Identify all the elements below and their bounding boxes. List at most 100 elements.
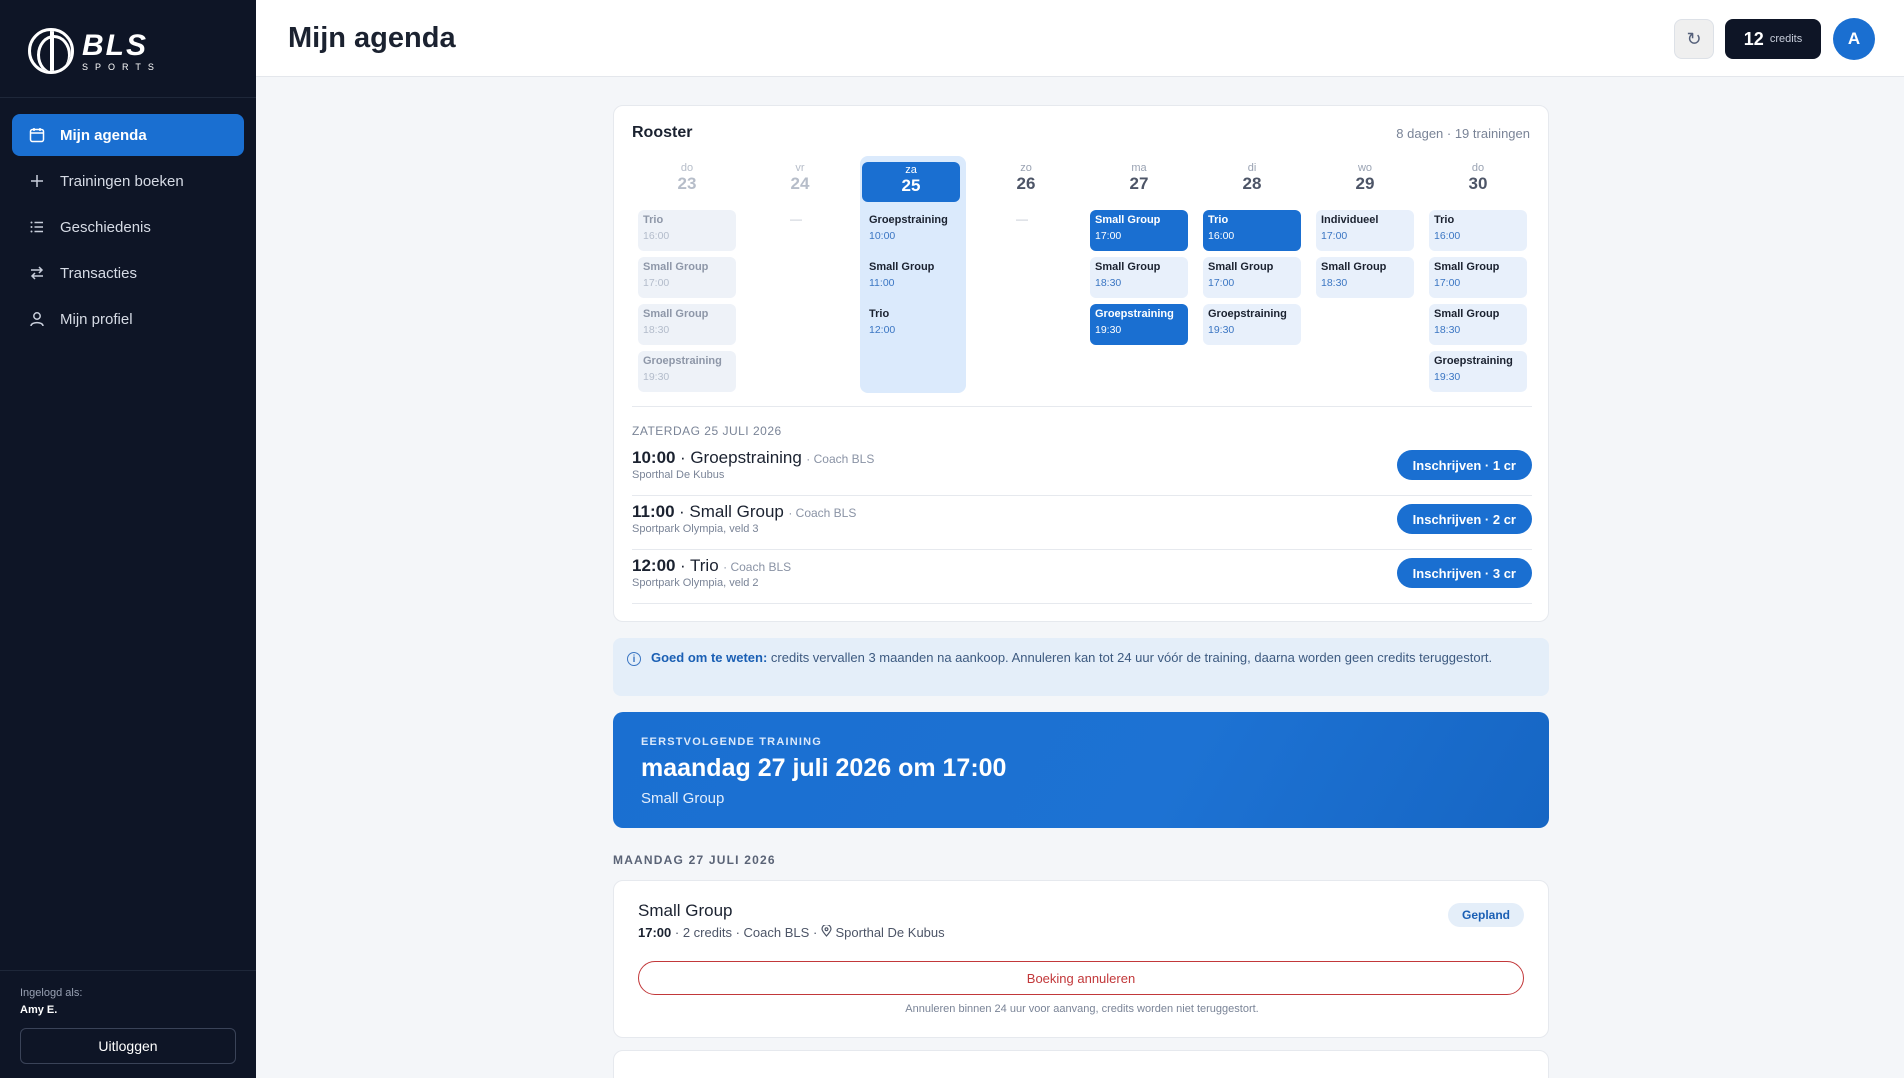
inschrijven-button[interactable]: Inschrijven · 3 cr [1396, 558, 1532, 588]
day-column[interactable]: ma 27 Small Group 17:00 Small Group 18:30 Groe… [1084, 156, 1188, 396]
training-slot[interactable]: Groepstraining 19:30 [1090, 304, 1188, 345]
training-slot[interactable]: Small Group 11:00 [864, 257, 962, 298]
sidebar-item-geschiedenis[interactable]: Geschiedenis [12, 206, 244, 248]
session-separator: · [679, 556, 691, 575]
plus-icon [28, 172, 46, 190]
session-name: Groepstraining [690, 448, 802, 467]
day-column[interactable]: vr 24 — [745, 156, 847, 396]
day-header[interactable]: za 25 [862, 162, 960, 202]
training-slot[interactable]: Small Group 18:30 [1316, 257, 1414, 298]
day-number: 29 [1355, 174, 1375, 193]
booking-title: Small Group [638, 901, 733, 920]
training-slot[interactable]: Small Group 18:30 [1090, 257, 1188, 298]
booking-credits: 2 credits [682, 925, 732, 940]
training-slot[interactable]: Trio 16:00 [1429, 210, 1527, 251]
slot-time: 17:00 [1208, 277, 1235, 289]
slot-name: Small Group [1321, 261, 1387, 273]
training-slot[interactable]: Groepstraining 10:00 [864, 210, 962, 251]
sidebar-item-mijn-agenda[interactable]: Mijn agenda [12, 114, 244, 156]
training-slot[interactable]: Groepstraining 19:30 [1203, 304, 1301, 345]
training-slot[interactable]: Small Group 17:00 [1429, 257, 1527, 298]
session-heading: 11:00 · Small Group · Coach BLS [632, 502, 856, 522]
slot-name: Groepstraining [869, 214, 948, 226]
training-slot[interactable]: Groepstraining 19:30 [1429, 351, 1527, 392]
cancel-booking-button[interactable]: Boeking annuleren [638, 961, 1524, 995]
slot-name: Groepstraining [1434, 355, 1513, 367]
training-slot[interactable]: Small Group 17:00 [1090, 210, 1188, 251]
logout-button[interactable]: Uitloggen [20, 1028, 236, 1064]
day-column[interactable]: za 25 Groepstraining 10:00 Small Group 11:00 T… [858, 156, 966, 396]
booking-location: Sporthal De Kubus [835, 925, 945, 940]
day-weekday: zo [1020, 162, 1032, 174]
training-slot[interactable]: Small Group 18:30 [638, 304, 736, 345]
day-header[interactable]: zo 26 [977, 160, 1075, 200]
slot-name: Trio [643, 214, 664, 226]
day-header[interactable]: vr 24 [751, 160, 849, 200]
training-slot[interactable]: Individueel 17:00 [1316, 210, 1414, 251]
sidebar-item-transacties[interactable]: Transacties [12, 252, 244, 294]
training-slot[interactable]: Trio 16:00 [1203, 210, 1301, 251]
day-header[interactable]: di 28 [1203, 160, 1301, 200]
day-column[interactable]: wo 29 Individueel 17:00 Small Group 18:30 [1310, 156, 1414, 396]
day-weekday: wo [1357, 162, 1373, 174]
sidebar-item-label: Transacties [60, 264, 137, 282]
booking-card: Small Group 17:00 · 2 credits · Coach BL… [613, 880, 1549, 1038]
info-body: credits vervallen 3 maanden na aankoop. … [767, 650, 1493, 665]
day-column[interactable]: do 30 Trio 16:00 Small Group 17:00 Small Group… [1423, 156, 1527, 396]
refresh-icon: ↻ [1686, 28, 1702, 49]
list-icon [28, 218, 46, 236]
slot-time: 17:00 [1434, 277, 1461, 289]
slot-time: 18:30 [1321, 277, 1348, 289]
day-number: 30 [1468, 174, 1488, 193]
session-heading: 10:00 · Groepstraining · Coach BLS [632, 448, 874, 468]
slot-time: 16:00 [1208, 230, 1235, 242]
bls-logo[interactable]: BLS SPORTS [28, 28, 161, 74]
session-time: 12:00 [632, 556, 676, 575]
rooster-card: Rooster 8 dagen · 19 trainingen do 23 Trio… [613, 105, 1549, 622]
slot-name: Individueel [1321, 214, 1379, 226]
sidebar-item-mijn-profiel[interactable]: Mijn profiel [12, 298, 244, 340]
inschrijven-button[interactable]: Inschrijven · 2 cr [1396, 504, 1532, 534]
session-row: 11:00 · Small Group · Coach BLS Sportpar… [632, 496, 1532, 550]
booking-card [613, 1050, 1549, 1078]
slot-name: Trio [1434, 214, 1455, 226]
info-text: Goed om te weten: credits vervallen 3 ma… [651, 649, 1511, 667]
slot-name: Groepstraining [1095, 308, 1174, 320]
next-training-banner[interactable]: EERSTVOLGENDE TRAINING maandag 27 juli 2… [613, 712, 1549, 828]
meta-separator: · [812, 925, 821, 940]
day-header[interactable]: wo 29 [1316, 160, 1414, 200]
training-slot[interactable]: Small Group 17:00 [638, 257, 736, 298]
day-column[interactable]: zo 26 — [971, 156, 1073, 396]
training-slot[interactable]: Trio 12:00 [864, 304, 962, 345]
day-column[interactable]: di 28 Trio 16:00 Small Group 17:00 Groepstrain… [1197, 156, 1301, 396]
day-column[interactable]: do 23 Trio 16:00 Small Group 17:00 Small Group… [632, 156, 736, 396]
day-number: 23 [677, 174, 697, 193]
training-slot[interactable]: Trio 16:00 [638, 210, 736, 251]
avatar[interactable]: A [1833, 18, 1875, 60]
info-heading: Goed om te weten: [651, 650, 768, 665]
logo-sub-text: SPORTS [82, 61, 161, 72]
week-strip: do 23 Trio 16:00 Small Group 17:00 Small Group… [632, 156, 1532, 396]
day-header[interactable]: do 23 [638, 160, 736, 200]
cancel-note: Annuleren binnen 24 uur voor aanvang, cr… [905, 1003, 1259, 1015]
slot-time: 17:00 [1095, 230, 1122, 242]
refresh-button[interactable]: ↻ [1674, 19, 1714, 59]
day-header[interactable]: ma 27 [1090, 160, 1188, 200]
slot-time: 18:30 [643, 324, 670, 336]
day-header[interactable]: do 30 [1429, 160, 1527, 200]
training-slot[interactable]: Groepstraining 19:30 [638, 351, 736, 392]
rooster-title: Rooster [632, 124, 693, 141]
inschrijven-button[interactable]: Inschrijven · 1 cr [1396, 450, 1532, 480]
info-notice: i Goed om te weten: credits vervallen 3 … [613, 638, 1549, 696]
training-slot[interactable]: Small Group 17:00 [1203, 257, 1301, 298]
training-slot[interactable]: Small Group 18:30 [1429, 304, 1527, 345]
sidebar: BLS SPORTS Mijn agenda Trainingen boeken… [0, 0, 256, 1078]
session-name: Trio [690, 556, 719, 575]
sidebar-item-label: Trainingen boeken [60, 172, 184, 190]
slot-time: 10:00 [869, 230, 896, 242]
basketball-logo-icon [28, 28, 74, 74]
logo-main-text: BLS [82, 28, 148, 62]
slot-time: 18:30 [1434, 324, 1461, 336]
credits-balance[interactable]: 12 credits [1725, 19, 1821, 59]
sidebar-item-trainingen-boeken[interactable]: Trainingen boeken [12, 160, 244, 202]
